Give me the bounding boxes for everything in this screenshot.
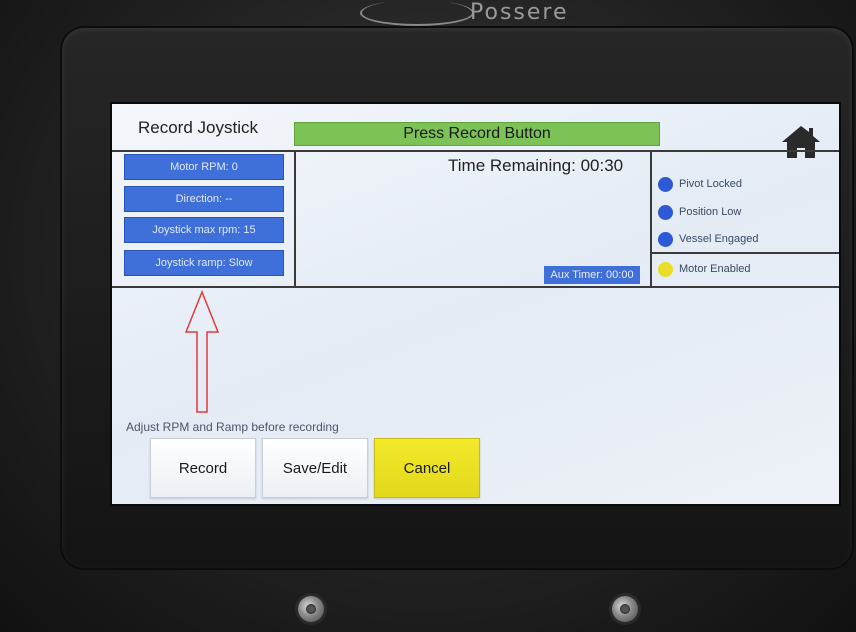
page-title: Record Joystick	[138, 118, 258, 137]
status-dot-icon	[658, 176, 673, 192]
motor-rpm-readout: Motor RPM: 0	[124, 154, 284, 180]
screw-icon	[612, 596, 638, 622]
indicator-label: Motor Enabled	[679, 263, 751, 275]
joystick-ramp-button[interactable]: Joystick ramp: Slow	[124, 250, 284, 276]
save-edit-button[interactable]: Save/Edit	[262, 438, 368, 498]
status-banner: Press Record Button	[294, 122, 660, 146]
direction-readout: Direction: --	[124, 186, 284, 212]
indicator-label: Pivot Locked	[679, 178, 742, 190]
cancel-button[interactable]: Cancel	[374, 438, 480, 498]
header-divider	[112, 150, 839, 152]
touch-screen: Record Joystick Press Record Button Moto…	[110, 102, 841, 506]
status-dot-icon	[658, 261, 673, 277]
arrow-up-icon	[184, 290, 220, 413]
hint-text: Adjust RPM and Ramp before recording	[126, 420, 339, 434]
screw-icon	[298, 596, 324, 622]
panel-bottom-divider	[112, 286, 839, 288]
status-dot-icon	[658, 231, 673, 247]
left-panel-divider	[294, 150, 296, 286]
aux-timer: Aux Timer: 00:00	[544, 266, 640, 284]
indicator-pivot-locked: Pivot Locked	[658, 174, 742, 194]
indicator-label: Vessel Engaged	[679, 233, 759, 245]
indicator-vessel-engaged: Vessel Engaged	[658, 229, 759, 249]
status-dot-icon	[658, 204, 673, 220]
brand-logo-icon	[360, 0, 474, 26]
indicator-position-low: Position Low	[658, 202, 741, 222]
device-bezel: Possere Record Joystick Press Record But…	[0, 0, 856, 632]
right-panel-divider	[650, 150, 652, 286]
indicator-motor-enabled: Motor Enabled	[658, 259, 751, 279]
home-icon[interactable]	[780, 124, 822, 160]
indicator-divider	[650, 252, 839, 254]
brand-text: Possere	[470, 0, 569, 25]
joystick-max-rpm-button[interactable]: Joystick max rpm: 15	[124, 217, 284, 243]
indicator-label: Position Low	[679, 206, 742, 218]
record-button[interactable]: Record	[150, 438, 256, 498]
time-remaining: Time Remaining: 00:30	[448, 156, 624, 175]
